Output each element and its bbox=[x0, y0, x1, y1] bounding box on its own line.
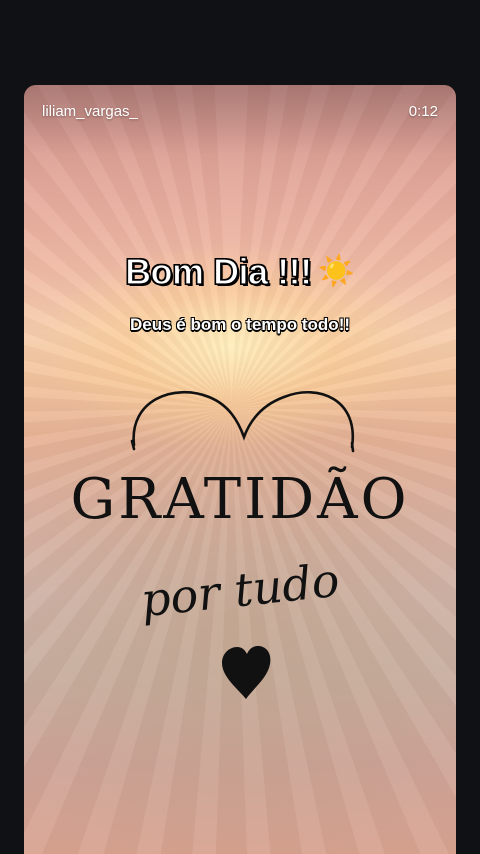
greeting-line: Bom Dia !!! ☀️ bbox=[24, 250, 456, 293]
story-header: liliam_vargas_ 0:12 bbox=[42, 103, 438, 120]
story-screen: liliam_vargas_ 0:12 Bom Dia !!! ☀️ Deus … bbox=[0, 0, 480, 854]
greeting-text: Bom Dia !!! bbox=[124, 250, 312, 292]
heart-icon bbox=[222, 646, 271, 699]
gratitude-artwork: GRATIDÃO por tudo bbox=[24, 385, 456, 705]
sun-icon: ☀️ bbox=[317, 255, 355, 288]
subtitle-text: Deus é bom o tempo todo!! bbox=[129, 315, 351, 334]
story-timer: 0:12 bbox=[408, 103, 438, 120]
story-username[interactable]: liliam_vargas_ bbox=[42, 103, 138, 120]
story-media[interactable]: liliam_vargas_ 0:12 Bom Dia !!! ☀️ Deus … bbox=[24, 85, 456, 854]
